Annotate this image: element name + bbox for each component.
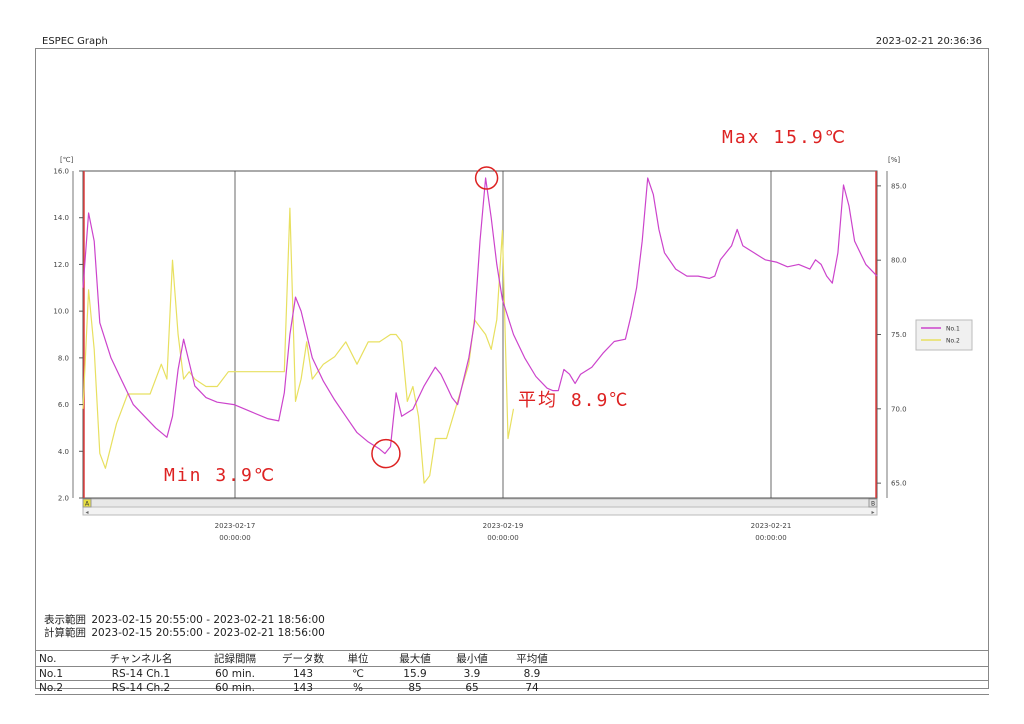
cell: 3.9 <box>463 667 481 680</box>
y-left-tick-label: 8.0 <box>58 354 69 362</box>
y-left-unit: [℃] <box>60 156 74 164</box>
legend-label: No.1 <box>946 326 960 333</box>
calc-range-label: 計算範囲 <box>44 627 86 639</box>
cell: 143 <box>292 681 314 694</box>
scroll-marker-b-label: B <box>871 501 875 508</box>
cell: RS-14 Ch.1 <box>111 667 171 680</box>
y-right-tick-label: 65.0 <box>891 480 907 488</box>
y-left-tick-label: 12.0 <box>53 261 69 269</box>
plot-background <box>82 170 878 499</box>
y-right-tick-label: 75.0 <box>891 331 907 339</box>
table-header-row: No. チャンネル名 記録間隔 データ数 単位 最大値 最小値 平均値 <box>35 650 989 667</box>
y-left-tick-label: 2.0 <box>58 495 69 503</box>
col-spacer <box>565 651 989 667</box>
channel-stats-table: No. チャンネル名 記録間隔 データ数 単位 最大値 最小値 平均値 No.1… <box>35 650 989 695</box>
cell: 60 min. <box>215 681 255 694</box>
legend-label: No.2 <box>946 338 960 345</box>
cell <box>565 667 989 681</box>
min-annotation: Min 3.9℃ <box>164 465 276 486</box>
table-row: No.1 RS-14 Ch.1 60 min. 143 ℃ 15.9 3.9 8… <box>35 667 989 681</box>
col-unit: 単位 <box>347 653 369 665</box>
avg-annotation: 平均 8.9℃ <box>518 390 629 411</box>
x-tick-time: 00:00:00 <box>219 534 250 542</box>
y-right-unit: [%] <box>888 156 900 164</box>
scroll-track <box>82 498 878 508</box>
col-no: No. <box>39 652 57 665</box>
cell: 85 <box>408 681 422 694</box>
col-min: 最小値 <box>456 653 488 665</box>
cell: No.1 <box>39 667 64 680</box>
y-right-tick-label: 85.0 <box>891 182 907 190</box>
x-tick-time: 00:00:00 <box>755 534 786 542</box>
scroll-right-arrow: ▸ <box>871 509 874 516</box>
legend-box <box>915 319 973 351</box>
x-tick-date: 2023-02-19 <box>483 522 524 530</box>
cell: RS-14 Ch.2 <box>111 681 171 694</box>
cell: 15.9 <box>403 667 427 680</box>
x-tick-date: 2023-02-17 <box>215 522 256 530</box>
y-right-tick-label: 70.0 <box>891 405 907 413</box>
scroll-track-lower <box>82 506 878 516</box>
y-left-tick-label: 10.0 <box>53 308 69 316</box>
calc-range-value: 2023-02-15 20:55:00 - 2023-02-21 18:56:0… <box>91 627 325 639</box>
cell: 8.9 <box>523 667 541 680</box>
cell: 60 min. <box>215 667 255 680</box>
cell: 65 <box>465 681 479 694</box>
y-right-tick-label: 80.0 <box>891 257 907 265</box>
table-row: No.2 RS-14 Ch.2 60 min. 143 % 85 65 74 <box>35 681 989 695</box>
max-annotation: Max 15.9℃ <box>722 127 847 148</box>
x-tick-date: 2023-02-21 <box>751 522 792 530</box>
cell <box>565 681 989 695</box>
calc-range-row: 計算範囲 2023-02-15 20:55:00 - 2023-02-21 18… <box>44 625 327 640</box>
cell: 143 <box>292 667 314 680</box>
col-count: データ数 <box>282 653 324 665</box>
plot-area <box>82 170 878 499</box>
x-tick-time: 00:00:00 <box>487 534 518 542</box>
horizontal-scrollbar[interactable]: A B◂ ▸ <box>82 498 878 516</box>
col-interval: 記録間隔 <box>214 653 256 665</box>
y-left-tick-label: 16.0 <box>53 168 69 176</box>
col-channel: チャンネル名 <box>109 653 173 665</box>
y-left-tick-label: 4.0 <box>58 448 69 456</box>
scroll-left-arrow: ◂ <box>85 509 88 516</box>
col-avg: 平均値 <box>516 653 548 665</box>
cell: % <box>353 681 363 694</box>
cell: No.2 <box>39 681 64 694</box>
legend: No.1 No.2 <box>915 319 973 351</box>
y-left-tick-label: 14.0 <box>53 214 69 222</box>
y-left-tick-label: 6.0 <box>58 401 69 409</box>
col-max: 最大値 <box>399 653 431 665</box>
cell: ℃ <box>352 667 364 680</box>
cell: 74 <box>525 681 539 694</box>
